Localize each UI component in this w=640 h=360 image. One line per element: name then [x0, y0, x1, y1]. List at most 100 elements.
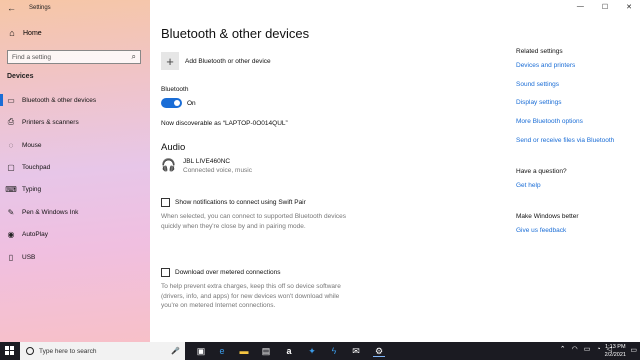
headset-tray-icon[interactable]: ◠ — [572, 345, 578, 353]
display-settings-link[interactable]: Display settings — [516, 99, 562, 106]
plus-icon: + — [161, 52, 179, 70]
store-icon[interactable]: ▤ — [260, 345, 272, 357]
bluetooth-state: On — [187, 99, 196, 107]
desc-line: you're on metered Internet connections. — [161, 302, 276, 309]
windows-start-icon[interactable] — [5, 346, 15, 356]
amazon-icon[interactable]: a — [283, 345, 295, 357]
metered-row: Download over metered connections — [161, 268, 281, 277]
desc-line: (drivers, info, and apps) for new device… — [161, 292, 340, 300]
active-indicator — [0, 94, 3, 106]
sidebar-item-pen[interactable]: ✎ Pen & Windows Ink — [0, 204, 150, 220]
desc-line: quickly when they're close by and in pai… — [161, 222, 306, 230]
clock-time: 1:13 PM — [605, 344, 626, 350]
edge-icon[interactable]: e — [216, 345, 228, 357]
home-nav-item[interactable]: ⌂ Home — [7, 27, 42, 39]
add-device-button[interactable]: + Add Bluetooth or other device — [161, 52, 271, 70]
network-icon[interactable]: ▭ — [584, 345, 591, 353]
bluetooth-heading: Bluetooth — [161, 86, 189, 93]
make-better-heading: Make Windows better — [516, 213, 579, 220]
sidebar-section-title: Devices — [7, 73, 34, 80]
audio-device-item[interactable]: 🎧 JBL LIVE460NC Connected voice, music — [161, 158, 252, 174]
wifi-icon[interactable]: ◔ — [596, 346, 600, 353]
sidebar-item-label: Mouse — [22, 141, 42, 149]
close-button[interactable]: ✕ — [626, 3, 632, 11]
swift-pair-row: Show notifications to connect using Swif… — [161, 198, 306, 207]
settings-taskbar-icon[interactable]: ⚙ — [373, 345, 385, 357]
microphone-icon[interactable]: 🎤 — [171, 347, 180, 355]
question-heading: Have a question? — [516, 168, 567, 175]
audio-heading: Audio — [161, 142, 186, 153]
metered-checkbox[interactable] — [161, 268, 170, 277]
headset-icon: 🎧 — [161, 158, 176, 172]
task-view-icon[interactable]: ▣ — [195, 345, 207, 357]
taskbar-search-input[interactable]: Type here to search 🎤 — [20, 342, 185, 360]
back-arrow-icon[interactable]: ← — [7, 3, 17, 13]
sidebar-item-label: USB — [22, 253, 36, 261]
keyboard-icon: ⌨ — [5, 184, 17, 194]
cortana-icon — [26, 347, 34, 355]
sidebar-item-label: Pen & Windows Ink — [22, 208, 79, 216]
sidebar-item-label: Bluetooth & other devices — [22, 96, 97, 104]
sidebar-item-mouse[interactable]: ◌ Mouse — [0, 137, 150, 153]
touchpad-icon: ▢ — [7, 162, 15, 172]
notification-icon[interactable]: ▭ — [630, 346, 637, 354]
device-name: JBL LIVE460NC — [183, 158, 231, 165]
sidebar-item-printers[interactable]: ⎙ Printers & scanners — [0, 114, 150, 130]
related-settings-heading: Related settings — [516, 48, 563, 55]
desc-line: When selected, you can connect to suppor… — [161, 213, 347, 220]
maximize-button[interactable]: ☐ — [602, 3, 608, 11]
more-bluetooth-link[interactable]: More Bluetooth options — [516, 118, 583, 125]
file-explorer-icon[interactable]: ▬ — [238, 345, 250, 357]
autoplay-icon: ◉ — [7, 229, 15, 239]
mouse-icon: ◌ — [8, 140, 14, 150]
send-receive-link[interactable]: Send or receive files via Bluetooth — [516, 137, 614, 144]
add-device-label: Add Bluetooth or other device — [185, 57, 271, 65]
window-title: Settings — [29, 5, 51, 11]
get-help-link[interactable]: Get help — [516, 182, 541, 189]
taskbar: Type here to search 🎤 ▣ e ▬ ▤ a ✦ ϟ ✉ ⚙ … — [0, 342, 640, 360]
devices-printers-link[interactable]: Devices and printers — [516, 62, 575, 69]
dropbox-icon[interactable]: ✦ — [306, 345, 318, 357]
bluetooth-toggle[interactable] — [161, 98, 182, 108]
sidebar-item-autoplay[interactable]: ◉ AutoPlay — [0, 226, 150, 242]
settings-search-input[interactable]: Find a setting ⌕ — [7, 50, 141, 64]
usb-icon: ▯ — [8, 252, 14, 262]
swift-pair-description: When selected, you can connect to suppor… — [161, 212, 391, 231]
taskbar-clock[interactable]: 1:13 PM 2/2/2021 — [605, 343, 626, 359]
toggle-knob — [174, 100, 180, 106]
sidebar-item-typing[interactable]: ⌨ Typing — [0, 181, 150, 197]
pen-icon: ✎ — [7, 207, 15, 217]
logo-square — [10, 346, 14, 350]
sound-settings-link[interactable]: Sound settings — [516, 81, 559, 88]
tray-chevron-icon[interactable]: ⌃ — [560, 345, 566, 353]
mail-icon[interactable]: ✉ — [350, 345, 362, 357]
sidebar-item-label: Typing — [22, 185, 42, 193]
feedback-link[interactable]: Give us feedback — [516, 227, 566, 234]
page-title: Bluetooth & other devices — [161, 26, 310, 41]
logo-square — [5, 346, 9, 350]
clock-date: 2/2/2021 — [604, 352, 626, 358]
app-icon[interactable]: ϟ — [328, 345, 340, 357]
main-content: — ☐ ✕ Bluetooth & other devices + Add Bl… — [150, 0, 640, 342]
sidebar-item-touchpad[interactable]: ▢ Touchpad — [0, 159, 150, 175]
discoverable-text: Now discoverable as “LAPTOP-0O014QUL” — [161, 120, 288, 127]
sidebar-item-label: AutoPlay — [22, 230, 49, 238]
metered-description: To help prevent extra charges, keep this… — [161, 282, 391, 311]
home-icon: ⌂ — [9, 28, 15, 38]
swift-pair-checkbox[interactable] — [161, 198, 170, 207]
minimize-button[interactable]: — — [577, 3, 584, 11]
sidebar-item-usb[interactable]: ▯ USB — [0, 249, 150, 265]
window-controls: — ☐ ✕ — [577, 3, 632, 11]
home-label: Home — [23, 29, 42, 37]
bluetooth-toggle-row: On — [161, 98, 196, 108]
search-icon: ⌕ — [131, 52, 136, 61]
sidebar-item-bluetooth[interactable]: ▭ Bluetooth & other devices — [0, 92, 150, 108]
metered-label: Download over metered connections — [175, 269, 281, 276]
taskbar-search-placeholder: Type here to search — [39, 347, 97, 355]
settings-sidebar: ← Settings ⌂ Home Find a setting ⌕ Devic… — [0, 0, 150, 342]
printer-icon: ⎙ — [7, 117, 15, 126]
logo-square — [10, 351, 14, 355]
device-status: Connected voice, music — [183, 167, 253, 174]
swift-pair-label: Show notifications to connect using Swif… — [175, 199, 306, 206]
logo-square — [5, 351, 9, 355]
